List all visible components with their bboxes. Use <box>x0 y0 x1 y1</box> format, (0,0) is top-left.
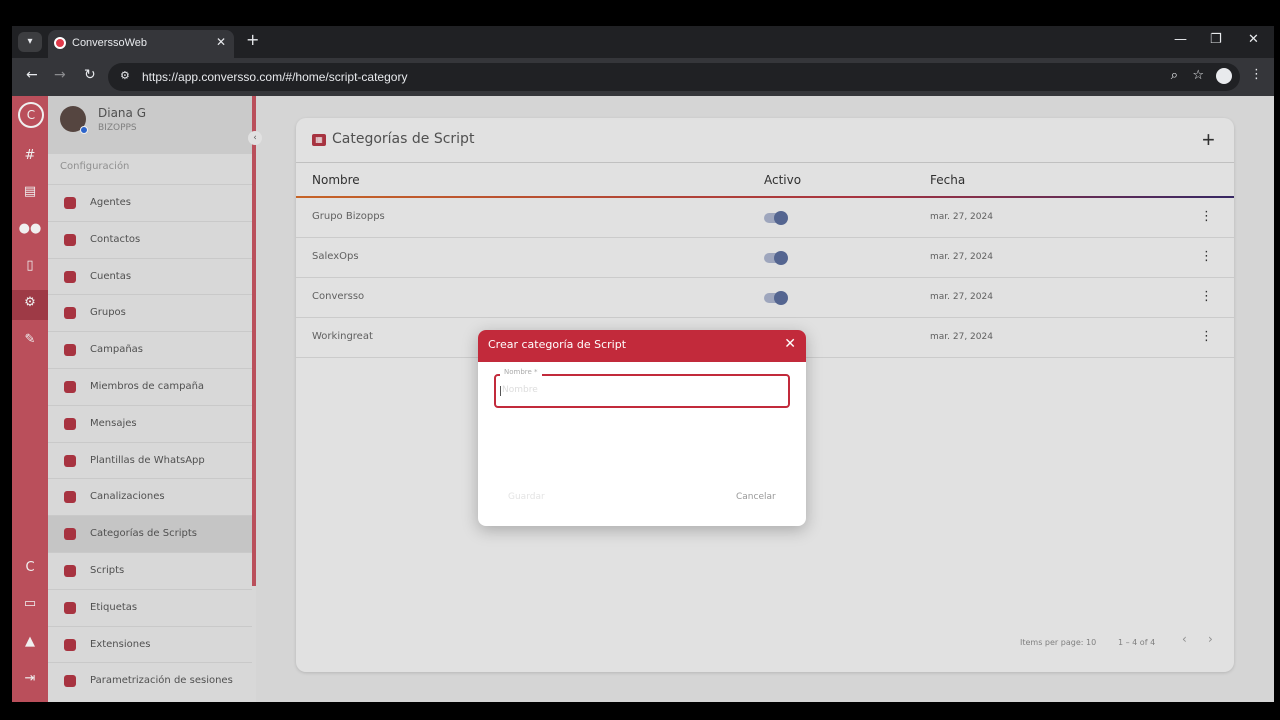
dialog-title: Crear categoría de Script <box>488 338 627 351</box>
site-settings-icon[interactable]: ⚙ <box>120 69 130 82</box>
address-bar[interactable]: ⚙ https://app.conversso.com/#/home/scrip… <box>108 63 1240 91</box>
tab-search-button[interactable]: ▾ <box>18 32 42 52</box>
back-button[interactable]: ← <box>26 67 38 83</box>
toolbar: ← → ↻ ⚙ https://app.conversso.com/#/home… <box>12 58 1274 96</box>
cancel-button[interactable]: Cancelar <box>736 492 776 502</box>
close-icon[interactable]: ✕ <box>784 336 796 352</box>
forward-button[interactable]: → <box>54 67 66 83</box>
restore-button[interactable]: ❐ <box>1210 32 1222 47</box>
tab-strip: ▾ ConverssoWeb ✕ + — ❐ ✕ <box>12 26 1274 58</box>
bookmark-star-icon[interactable]: ☆ <box>1192 68 1204 83</box>
close-window-button[interactable]: ✕ <box>1248 32 1259 47</box>
nombre-placeholder: Nombre <box>502 385 538 395</box>
reload-button[interactable]: ↻ <box>84 67 96 83</box>
browser-tab[interactable]: ConverssoWeb ✕ <box>48 30 234 58</box>
favicon-icon <box>54 37 66 49</box>
save-button[interactable]: Guardar <box>508 492 545 502</box>
close-tab-icon[interactable]: ✕ <box>216 35 226 49</box>
minimize-button[interactable]: — <box>1174 32 1187 47</box>
nombre-input[interactable] <box>494 374 790 408</box>
url-text[interactable]: https://app.conversso.com/#/home/script-… <box>142 70 407 84</box>
text-caret <box>500 386 501 396</box>
browser-window: ▾ ConverssoWeb ✕ + — ❐ ✕ ← → ↻ ⚙ https:/… <box>12 26 1274 702</box>
tab-title: ConverssoWeb <box>72 37 147 49</box>
app-page: C # ▤ ●● ▯ ⚙ ✎ C ▭ ▲ ⇥ Diana G BIZOPPS C… <box>12 96 1274 702</box>
nombre-label: Nombre * <box>500 368 542 376</box>
browser-menu-icon[interactable]: ⋮ <box>1250 67 1263 82</box>
profile-icon[interactable] <box>1216 68 1232 84</box>
new-tab-button[interactable]: + <box>246 30 259 49</box>
create-category-dialog: Crear categoría de Script ✕ Nombre * Nom… <box>478 330 806 526</box>
dialog-header: Crear categoría de Script ✕ <box>478 330 806 362</box>
zoom-icon[interactable]: ⌕ <box>1171 68 1178 83</box>
